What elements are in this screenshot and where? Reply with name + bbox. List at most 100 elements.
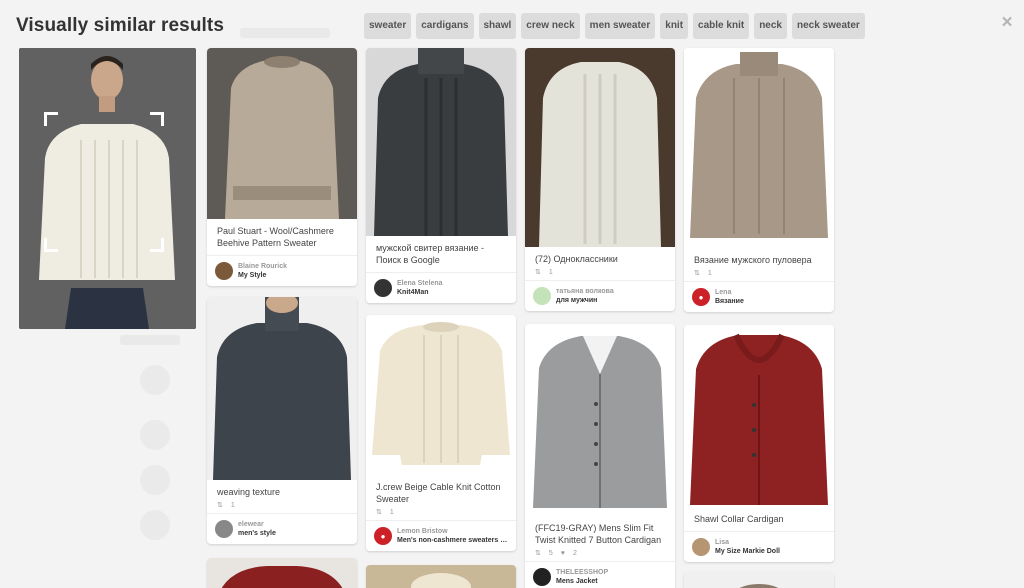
- pin-attribution[interactable]: Blaine Rourick My Style: [207, 255, 357, 286]
- heart-icon: ♥: [560, 549, 565, 557]
- sweater-image: [207, 558, 357, 588]
- pin-attribution[interactable]: ● Lemon Bristow Men's non-cashmere sweate…: [366, 520, 516, 551]
- chip-men-sweater[interactable]: men sweater: [584, 13, 656, 39]
- guided-search-chips: sweater cardigans shawl crew neck men sw…: [364, 13, 865, 39]
- close-icon[interactable]: ×: [998, 13, 1016, 32]
- cardigan-image: [525, 324, 675, 516]
- pin-card[interactable]: (72) Одноклассники ⇅ 1 татьяна волкова для…: [525, 48, 675, 311]
- pin-card[interactable]: Paul Stuart - Wool/Cashmere Beehive Patt…: [207, 48, 357, 286]
- chip-neck-sweater[interactable]: neck sweater: [791, 13, 865, 39]
- pin-description: (FFC19-GRAY) Mens Slim Fit Twist Knitted…: [535, 523, 662, 545]
- pinner-name: Lemon Bristow: [397, 528, 448, 535]
- board-name: Mens Jacket: [556, 578, 598, 585]
- avatar[interactable]: [374, 279, 392, 297]
- pin-description: Paul Stuart - Wool/Cashmere Beehive Patt…: [217, 226, 334, 248]
- sweater-image: [207, 48, 357, 219]
- pin-card[interactable]: J.crew Beige Cable Knit Cotton Sweater ⇅…: [366, 315, 516, 551]
- background-text: [240, 28, 330, 38]
- board-name: My Size Markie Doll: [715, 548, 780, 555]
- chip-cable-knit[interactable]: cable knit: [693, 13, 750, 39]
- pin-image[interactable]: [684, 572, 834, 588]
- pin-description: J.crew Beige Cable Knit Cotton Sweater: [376, 482, 501, 504]
- pin-card[interactable]: Shawl Collar Cardigan Lisa My Size Markie…: [684, 325, 834, 562]
- pin-card[interactable]: (FFC19-GRAY) Mens Slim Fit Twist Knitted…: [525, 324, 675, 588]
- pin-icon[interactable]: ●: [374, 527, 392, 545]
- man-in-sweater-image: [19, 48, 196, 329]
- crop-corner[interactable]: [44, 112, 58, 126]
- chip-cardigans[interactable]: cardigans: [416, 13, 474, 39]
- crop-corner[interactable]: [44, 238, 58, 252]
- pin-image[interactable]: [525, 324, 675, 516]
- background-avatar: [140, 510, 170, 540]
- like-count: 2: [572, 549, 577, 557]
- pin-image[interactable]: [684, 325, 834, 507]
- save-count: 1: [707, 269, 712, 277]
- pin-image[interactable]: [684, 48, 834, 248]
- sweater-image: [525, 48, 675, 247]
- pin-description: мужской свитер вязание - Поиск в Google: [376, 243, 485, 265]
- pin-meta: ⇅ 1: [366, 505, 516, 520]
- board-name: Men's non-cashmere sweaters (...: [397, 537, 508, 544]
- avatar[interactable]: [215, 262, 233, 280]
- pin-attribution[interactable]: Elena Stelena Knit4Man: [366, 272, 516, 303]
- pin-image[interactable]: [525, 48, 675, 247]
- pin-card[interactable]: Вязание мужского пуловера ⇅ 1 ● Lena Вязан…: [684, 48, 834, 312]
- pin-meta: ⇅ 1: [207, 498, 357, 513]
- query-image: [19, 48, 196, 329]
- save-icon: ⇅: [376, 509, 382, 516]
- board-name: Knit4Man: [397, 289, 429, 296]
- pin-image[interactable]: [366, 565, 516, 588]
- pin-card[interactable]: [684, 572, 834, 588]
- pin-image[interactable]: [366, 315, 516, 475]
- pin-meta: ⇅ 1: [684, 266, 834, 281]
- save-count: 1: [230, 501, 235, 509]
- pin-attribution[interactable]: elewear men's style: [207, 513, 357, 544]
- crop-corner[interactable]: [150, 112, 164, 126]
- save-count: 1: [548, 268, 553, 276]
- pinner-name: татьяна волкова: [556, 288, 614, 295]
- pin-image[interactable]: [207, 297, 357, 480]
- board-name: Вязание: [715, 298, 744, 305]
- save-count: 5: [548, 549, 553, 557]
- chip-crew-neck[interactable]: crew neck: [521, 13, 580, 39]
- avatar[interactable]: [533, 568, 551, 586]
- pin-card[interactable]: [207, 558, 357, 588]
- background-avatar: [140, 365, 170, 395]
- pin-card[interactable]: weaving texture ⇅ 1 elewear men's style: [207, 297, 357, 544]
- save-count: 1: [389, 508, 394, 516]
- pin-attribution[interactable]: татьяна волкова для мужчин: [525, 280, 675, 311]
- board-name: My Style: [238, 272, 267, 279]
- chip-knit[interactable]: knit: [660, 13, 689, 39]
- save-icon: ⇅: [535, 550, 541, 557]
- pin-attribution[interactable]: ● Lena Вязание: [684, 281, 834, 312]
- pin-image[interactable]: [207, 558, 357, 588]
- pin-card[interactable]: [366, 565, 516, 588]
- avatar[interactable]: [215, 520, 233, 538]
- background-avatar: [140, 420, 170, 450]
- avatar[interactable]: [692, 538, 710, 556]
- page-title: Visually similar results: [16, 15, 224, 36]
- cardigan-image: [684, 325, 834, 507]
- pin-image[interactable]: [207, 48, 357, 219]
- sweater-image: [207, 297, 357, 480]
- chip-sweater[interactable]: sweater: [364, 13, 412, 39]
- pin-card[interactable]: мужской свитер вязание - Поиск в Google …: [366, 48, 516, 303]
- pin-meta: ⇅ 1: [525, 265, 675, 280]
- avatar[interactable]: [533, 287, 551, 305]
- pinner-name: Lisa: [715, 539, 730, 546]
- background-avatar: [140, 465, 170, 495]
- pin-icon[interactable]: ●: [692, 288, 710, 306]
- pinner-name: THELEESSHOP: [556, 569, 609, 576]
- pinner-name: Elena Stelena: [397, 280, 443, 287]
- pin-image[interactable]: [366, 48, 516, 236]
- crop-corner[interactable]: [150, 238, 164, 252]
- board-name: men's style: [238, 530, 276, 537]
- pin-description: weaving texture: [217, 487, 281, 497]
- chip-neck[interactable]: neck: [754, 13, 787, 39]
- sweater-image: [366, 315, 516, 475]
- pin-description: (72) Одноклассники: [535, 254, 618, 264]
- chip-shawl[interactable]: shawl: [478, 13, 517, 39]
- pin-attribution[interactable]: THELEESSHOP Mens Jacket: [525, 561, 675, 588]
- background-text: [120, 335, 180, 345]
- pin-attribution[interactable]: Lisa My Size Markie Doll: [684, 531, 834, 562]
